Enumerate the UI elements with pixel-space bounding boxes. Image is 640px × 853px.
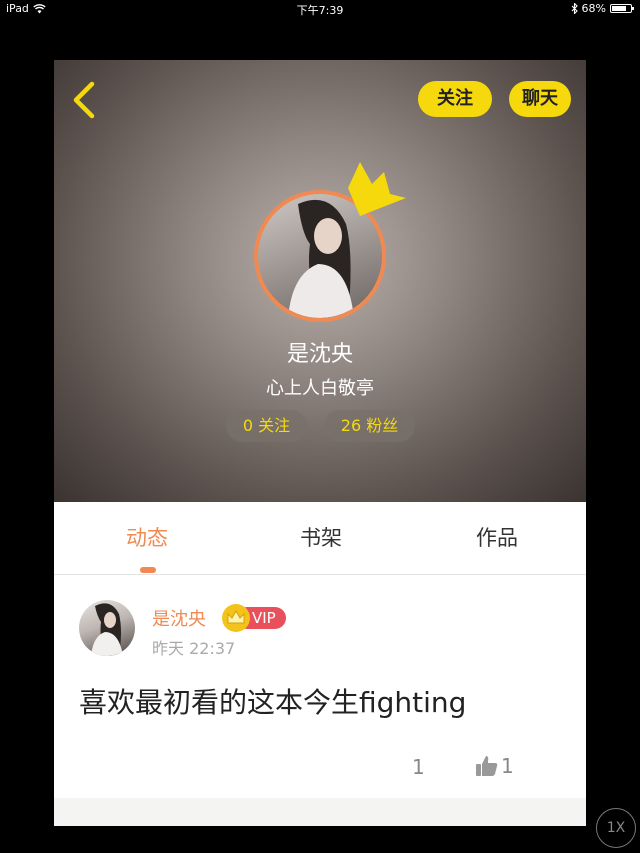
thumbs-up-icon <box>476 756 498 776</box>
vip-badge: VIP <box>222 604 288 632</box>
crown-icon <box>348 162 406 216</box>
vip-crown-icon <box>222 604 250 632</box>
follow-button[interactable]: 关注 <box>418 81 492 117</box>
profile-signature: 心上人白敬亭 <box>266 378 374 399</box>
reply-count[interactable]: 1 <box>412 755 425 779</box>
list-separator <box>54 798 586 826</box>
profile-header: 关注 聊天 是沈央 心上人白敬亭 0 关注 26 粉丝 <box>54 60 586 502</box>
post-time: 昨天 22:37 <box>152 639 236 658</box>
tab-activity[interactable]: 动态 <box>126 522 168 552</box>
bluetooth-icon <box>571 3 578 14</box>
vip-label: VIP <box>252 609 276 627</box>
following-count[interactable]: 0 关注 <box>226 410 307 442</box>
battery-percent: 68% <box>581 2 606 15</box>
status-time: 下午7:39 <box>296 4 344 17</box>
status-bar: iPad 下午7:39 68% <box>0 0 640 18</box>
chat-button[interactable]: 聊天 <box>509 81 571 117</box>
app-screen: 关注 聊天 是沈央 心上人白敬亭 0 关注 26 粉丝 动态 书架 作品 是沈央… <box>54 60 586 826</box>
profile-name: 是沈央 <box>286 342 353 367</box>
tab-bookshelf[interactable]: 书架 <box>300 522 342 552</box>
post-avatar[interactable] <box>79 600 135 656</box>
battery-icon <box>610 4 634 13</box>
like-button[interactable]: 1 <box>475 753 514 779</box>
tab-indicator <box>140 567 156 573</box>
back-arrow-icon[interactable] <box>68 78 104 122</box>
fans-count[interactable]: 26 粉丝 <box>324 410 415 442</box>
status-right: 68% <box>571 2 634 15</box>
tab-works[interactable]: 作品 <box>476 522 518 552</box>
profile-tabs: 动态 书架 作品 <box>54 502 586 575</box>
post-text[interactable]: 喜欢最初看的这本今生fighting <box>79 681 466 721</box>
post-user-name[interactable]: 是沈央 <box>152 605 206 631</box>
like-count: 1 <box>501 754 514 778</box>
speed-badge[interactable]: 1X <box>596 808 636 848</box>
activity-post: 是沈央 VIP 昨天 22:37 喜欢最初看的这本今生fighting 1 1 <box>54 575 586 795</box>
